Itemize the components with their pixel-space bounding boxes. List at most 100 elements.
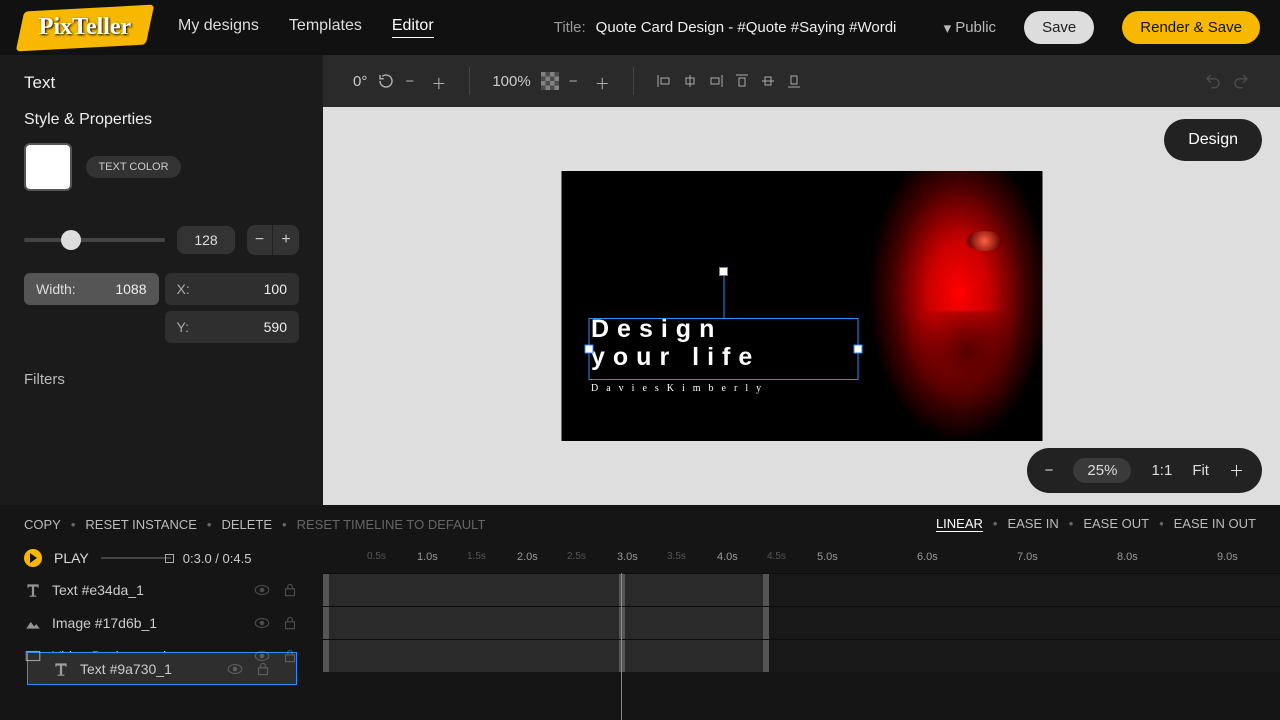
tick-major: 1.0s bbox=[417, 551, 438, 563]
zoom-scale-button[interactable]: 1:1 bbox=[1151, 462, 1172, 479]
rotate-handle[interactable] bbox=[719, 267, 728, 276]
text-color-swatch[interactable] bbox=[24, 143, 72, 191]
redo-icon[interactable] bbox=[1232, 72, 1250, 90]
zoom-in-icon[interactable]: ＋ bbox=[1229, 460, 1244, 481]
canvas-stage[interactable]: Design your life DaviesKimberly Design −… bbox=[323, 107, 1280, 505]
layer-name: Text #9a730_1 bbox=[80, 661, 172, 677]
nav-mydesigns[interactable]: My designs bbox=[178, 17, 259, 38]
font-size-plus[interactable]: + bbox=[273, 225, 299, 255]
author-text[interactable]: DaviesKimberly bbox=[591, 383, 769, 394]
filters-section[interactable]: Filters bbox=[24, 371, 299, 388]
rotation-plus[interactable]: ＋ bbox=[431, 73, 447, 89]
opacity-minus[interactable]: − bbox=[569, 73, 585, 89]
align-center-v-icon[interactable] bbox=[760, 73, 776, 89]
header: PixTeller My designs Templates Editor Ti… bbox=[0, 0, 1280, 55]
align-center-h-icon[interactable] bbox=[682, 73, 698, 89]
x-value: 100 bbox=[264, 281, 287, 297]
delete-action[interactable]: DELETE bbox=[221, 517, 272, 532]
x-field[interactable]: X: 100 bbox=[165, 273, 300, 305]
width-field[interactable]: Width: 1088 bbox=[24, 273, 159, 305]
layer-track[interactable] bbox=[323, 606, 1280, 639]
lock-icon[interactable] bbox=[281, 614, 299, 632]
title-input[interactable]: Quote Card Design - #Quote #Saying #Word… bbox=[596, 19, 916, 36]
left-panel: Text Style & Properties TEXT COLOR 128 −… bbox=[0, 55, 323, 505]
font-size-slider[interactable] bbox=[24, 238, 165, 242]
text-color-label: TEXT COLOR bbox=[86, 156, 180, 178]
visibility-icon[interactable] bbox=[226, 660, 244, 678]
design-canvas[interactable]: Design your life DaviesKimberly bbox=[561, 171, 1042, 441]
layer-track[interactable] bbox=[323, 639, 1280, 672]
nav-templates[interactable]: Templates bbox=[289, 17, 362, 38]
tick-major: 8.0s bbox=[1117, 551, 1138, 563]
font-size-value[interactable]: 128 bbox=[177, 226, 235, 254]
tick-minor: 3.5s bbox=[667, 551, 686, 562]
lock-icon[interactable] bbox=[281, 647, 299, 665]
panel-heading: Text bbox=[24, 73, 299, 93]
scrub-bar[interactable] bbox=[101, 557, 171, 559]
play-row: PLAY 0:3.0 / 0:4.5 1.0s2.0s3.0s4.0s5.0s6… bbox=[0, 543, 1280, 573]
align-left-icon[interactable] bbox=[656, 73, 672, 89]
tick-major: 4.0s bbox=[717, 551, 738, 563]
visibility-icon[interactable] bbox=[253, 581, 271, 599]
align-group bbox=[656, 73, 802, 89]
time-ruler[interactable]: 1.0s2.0s3.0s4.0s5.0s6.0s7.0s8.0s9.0s0.5s… bbox=[323, 543, 1280, 573]
copy-action[interactable]: COPY bbox=[24, 517, 61, 532]
tick-minor: 4.5s bbox=[767, 551, 786, 562]
zoom-out-icon[interactable]: − bbox=[1045, 462, 1054, 479]
visibility-dropdown[interactable]: ▾ Public bbox=[944, 19, 996, 37]
tick-minor: 2.5s bbox=[567, 551, 586, 562]
rotate-icon[interactable] bbox=[377, 72, 395, 90]
y-field[interactable]: Y: 590 bbox=[165, 311, 300, 343]
y-value: 590 bbox=[264, 319, 287, 335]
time-readout: 0:3.0 / 0:4.5 bbox=[183, 551, 252, 566]
undo-icon[interactable] bbox=[1204, 72, 1222, 90]
tick-major: 5.0s bbox=[817, 551, 838, 563]
rotation-minus[interactable]: − bbox=[405, 73, 421, 89]
tick-major: 3.0s bbox=[617, 551, 638, 563]
y-label: Y: bbox=[177, 319, 189, 335]
layer-name: Text #e34da_1 bbox=[52, 582, 144, 598]
reset-instance-action[interactable]: RESET INSTANCE bbox=[85, 517, 196, 532]
play-button[interactable] bbox=[24, 549, 42, 567]
property-toolbar: 0° − ＋ 100% − ＋ bbox=[323, 55, 1280, 107]
resize-handle-right[interactable] bbox=[853, 345, 862, 354]
timeline-actions-row: COPY • RESET INSTANCE • DELETE • RESET T… bbox=[0, 505, 1280, 543]
rotation-value[interactable]: 0° bbox=[353, 73, 367, 90]
font-size-minus[interactable]: − bbox=[247, 225, 273, 255]
main-nav: My designs Templates Editor bbox=[178, 17, 434, 38]
align-right-icon[interactable] bbox=[708, 73, 724, 89]
opacity-group: 100% − ＋ bbox=[492, 72, 610, 90]
reset-timeline-action[interactable]: RESET TIMELINE TO DEFAULT bbox=[297, 517, 486, 532]
opacity-plus[interactable]: ＋ bbox=[595, 73, 611, 89]
mode-toggle[interactable]: Design bbox=[1164, 119, 1262, 161]
align-bottom-icon[interactable] bbox=[786, 73, 802, 89]
easing-linear[interactable]: LINEAR bbox=[936, 516, 983, 532]
save-button[interactable]: Save bbox=[1024, 11, 1094, 44]
chevron-down-icon: ▾ bbox=[944, 19, 952, 37]
layer-track[interactable] bbox=[323, 573, 1280, 606]
align-top-icon[interactable] bbox=[734, 73, 750, 89]
layer-row[interactable]: Text #e34da_1 bbox=[0, 573, 1280, 606]
title-group: Title: Quote Card Design - #Quote #Sayin… bbox=[554, 19, 916, 36]
history-group bbox=[1204, 72, 1250, 90]
lock-icon[interactable] bbox=[281, 581, 299, 599]
layers-list: Text #e34da_1Text #9a730_1Image #17d6b_1… bbox=[0, 573, 1280, 672]
render-save-button[interactable]: Render & Save bbox=[1122, 11, 1260, 44]
logo[interactable]: PixTeller bbox=[20, 8, 150, 48]
easing-easein[interactable]: EASE IN bbox=[1007, 516, 1058, 532]
background-image bbox=[832, 171, 1042, 441]
visibility-icon[interactable] bbox=[253, 614, 271, 632]
selection-box[interactable] bbox=[588, 318, 858, 380]
zoom-fit-button[interactable]: Fit bbox=[1192, 462, 1209, 479]
nav-editor[interactable]: Editor bbox=[392, 17, 434, 38]
easing-easeinout[interactable]: EASE IN OUT bbox=[1174, 516, 1256, 532]
resize-handle-left[interactable] bbox=[584, 345, 593, 354]
play-label: PLAY bbox=[54, 550, 89, 566]
visibility-icon[interactable] bbox=[253, 647, 271, 665]
layer-name: Image #17d6b_1 bbox=[52, 615, 157, 631]
opacity-value[interactable]: 100% bbox=[492, 73, 530, 90]
layer-row[interactable]: Image #17d6b_1 bbox=[0, 606, 1280, 639]
zoom-value[interactable]: 25% bbox=[1073, 458, 1131, 483]
tick-major: 7.0s bbox=[1017, 551, 1038, 563]
easing-easeout[interactable]: EASE OUT bbox=[1083, 516, 1149, 532]
